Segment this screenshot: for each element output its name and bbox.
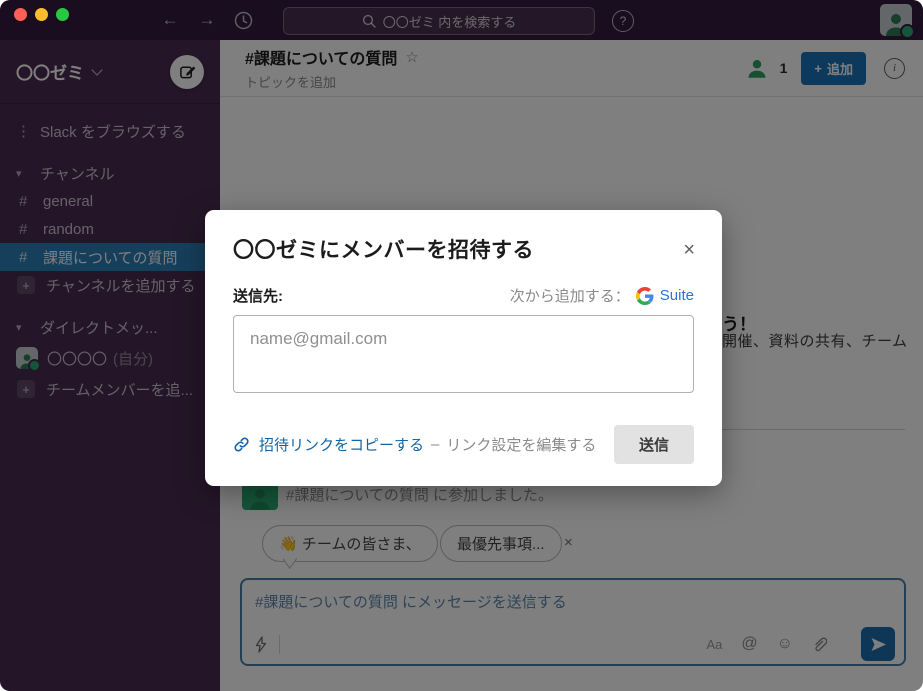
edit-link-settings-button[interactable]: リンク設定を編集する: [446, 434, 596, 455]
copy-invite-link-label: 招待リンクをコピーする: [259, 434, 424, 455]
add-from-label: 次から追加する：: [510, 285, 630, 306]
link-icon: [233, 436, 250, 453]
invite-email-input[interactable]: [233, 315, 694, 393]
invite-members-modal: 〇〇ゼミにメンバーを招待する × 送信先: 次から追加する： Suite 招待リ…: [205, 210, 722, 486]
window-controls: [14, 8, 69, 21]
close-window-button[interactable]: [14, 8, 27, 21]
modal-title: 〇〇ゼミにメンバーを招待する: [233, 234, 694, 264]
zoom-window-button[interactable]: [56, 8, 69, 21]
slack-window: ← → 〇〇ゼミ 内を検索する ? 〇〇ゼミ: [0, 0, 923, 691]
google-logo-icon: [636, 287, 654, 305]
add-from-gsuite-link[interactable]: 次から追加する： Suite: [510, 285, 694, 306]
gsuite-label: Suite: [660, 287, 694, 304]
recipient-label: 送信先:: [233, 285, 283, 306]
separator: –: [431, 436, 439, 453]
send-invite-button[interactable]: 送信: [614, 425, 694, 464]
copy-invite-link-button[interactable]: 招待リンクをコピーする: [233, 434, 424, 455]
close-icon[interactable]: ×: [683, 240, 695, 260]
minimize-window-button[interactable]: [35, 8, 48, 21]
